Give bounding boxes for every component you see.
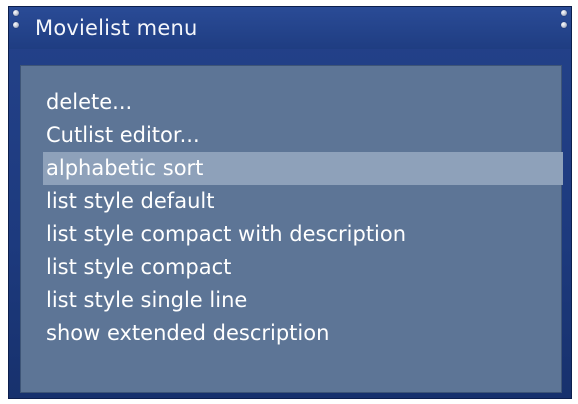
menu-item-list-style-default[interactable]: list style default — [43, 185, 563, 218]
menu-item-alphabetic-sort[interactable]: alphabetic sort — [43, 152, 563, 185]
menu-item-show-extended-description[interactable]: show extended description — [43, 317, 563, 350]
screw-icon — [13, 10, 19, 16]
title-bar: Movielist menu — [9, 7, 571, 49]
movielist-menu-window: Movielist menu delete... Cutlist editor.… — [8, 6, 572, 399]
menu-item-list-style-single-line[interactable]: list style single line — [43, 284, 563, 317]
screw-icon — [13, 22, 19, 28]
screw-icon — [561, 22, 567, 28]
menu-item-delete[interactable]: delete... — [43, 86, 563, 119]
menu-item-list-style-compact-description[interactable]: list style compact with description — [43, 218, 563, 251]
window-title: Movielist menu — [35, 16, 198, 40]
screw-icon — [561, 10, 567, 16]
menu-item-list-style-compact[interactable]: list style compact — [43, 251, 563, 284]
menu-list: delete... Cutlist editor... alphabetic s… — [43, 86, 563, 350]
menu-panel: delete... Cutlist editor... alphabetic s… — [20, 65, 563, 393]
menu-item-cutlist-editor[interactable]: Cutlist editor... — [43, 119, 563, 152]
